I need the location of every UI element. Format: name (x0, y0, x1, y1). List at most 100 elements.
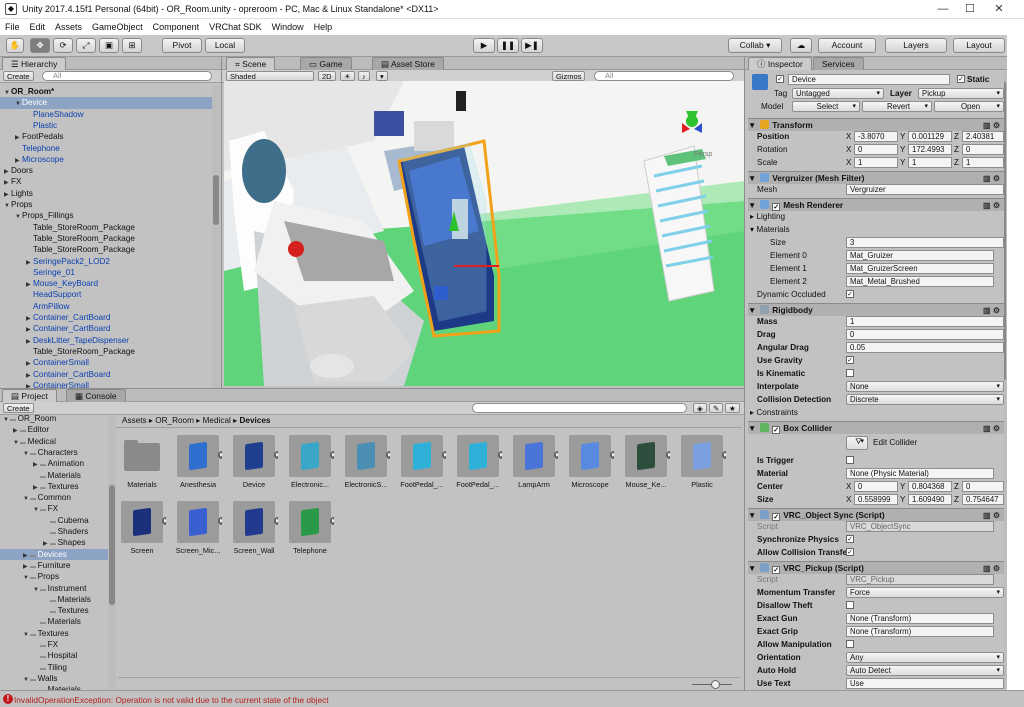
project-tree-scrollbar[interactable] (108, 415, 116, 691)
asset-item[interactable]: ▶ Telephone (286, 501, 334, 555)
rotate-tool-icon[interactable]: ⟳ (53, 38, 73, 53)
size-x-field[interactable]: 0.558999 (854, 494, 898, 505)
hierarchy-item[interactable]: ▶ Mouse_KeyBoard (0, 278, 212, 289)
model-revert-button[interactable]: Revert (862, 101, 932, 112)
pause-icon[interactable]: ❚❚ (497, 38, 519, 53)
asset-item[interactable]: ▶ Device (230, 435, 278, 489)
hierarchy-item[interactable]: ▼Device (0, 97, 212, 109)
pickup-enabled-checkbox[interactable]: ✓ (772, 566, 781, 574)
project-folder-item[interactable]: ▬ Materials (0, 594, 108, 605)
sync-physics-checkbox[interactable]: ✓ (846, 535, 854, 543)
project-folder-item[interactable]: ▬ FX (0, 639, 108, 650)
collab-button[interactable]: Collab ▾ (728, 38, 782, 53)
project-folder-item[interactable]: ▼▬ OR_Room (0, 415, 108, 424)
hierarchy-item[interactable]: Table_StoreRoom_Package (0, 346, 212, 357)
expand-prefab-icon[interactable]: ▶ (218, 517, 222, 525)
hierarchy-item[interactable]: ▶ FX (0, 176, 212, 187)
is-kinematic-checkbox[interactable] (846, 369, 854, 377)
expand-prefab-icon[interactable]: ▶ (162, 517, 166, 525)
audio-toggle-icon[interactable]: ♪ (358, 71, 370, 81)
pivot-button[interactable]: Pivot (162, 38, 202, 53)
size-y-field[interactable]: 1.609490 (908, 494, 952, 505)
gizmos-dropdown[interactable]: Gizmos (552, 71, 586, 81)
hierarchy-item[interactable]: ▶ SeringePack2_LOD2 (0, 256, 212, 267)
hierarchy-item[interactable]: ▶ DeskLitter_TapeDispenser (0, 335, 212, 346)
scale-tool-icon[interactable]: ⤢ (76, 38, 96, 53)
size-z-field[interactable]: 0.754647 (962, 494, 1004, 505)
hierarchy-search-input[interactable]: All (42, 71, 212, 81)
tab-project[interactable]: ▤ Project (2, 389, 57, 402)
project-folder-item[interactable]: ▼▬ Textures (0, 628, 108, 639)
scene-search-input[interactable]: All (594, 71, 734, 81)
shading-dropdown[interactable]: Shaded (226, 71, 314, 81)
momentum-transfer-dropdown[interactable]: Force (846, 587, 1004, 598)
auto-hold-dropdown[interactable]: Auto Detect (846, 665, 1004, 676)
edit-collider-icon[interactable]: ⛛ (846, 436, 868, 450)
play-icon[interactable]: ▶ (473, 38, 495, 53)
project-folder-item[interactable]: ▬ Materials (0, 470, 108, 481)
tab-scene[interactable]: ⌗ Scene (226, 57, 276, 70)
hierarchy-item[interactable]: ▶ ContainerSmall (0, 357, 212, 368)
active-checkbox[interactable]: ✓ (776, 75, 784, 83)
menu-gameobject[interactable]: GameObject (87, 19, 148, 32)
menu-component[interactable]: Component (148, 19, 205, 32)
expand-prefab-icon[interactable]: ▶ (666, 451, 670, 459)
mesh-renderer-enabled-checkbox[interactable]: ✓ (772, 203, 781, 211)
project-folder-item[interactable]: ▬ Tiling (0, 662, 108, 673)
center-y-field[interactable]: 0.804368 (908, 481, 952, 492)
lighting-toggle-icon[interactable]: ☀ (340, 71, 355, 81)
menu-vrchat-sdk[interactable]: VRChat SDK (204, 19, 267, 32)
model-open-button[interactable]: Open (934, 101, 1004, 112)
project-folder-item[interactable]: ▼▬ Instrument (0, 583, 108, 594)
mesh-filter-header[interactable]: ▼ Vergruizer (Mesh Filter) ▥ ⚙ (748, 171, 1004, 184)
rotation-x-field[interactable]: 0 (854, 144, 898, 155)
step-icon[interactable]: ▶❚ (521, 38, 543, 53)
cloud-icon[interactable]: ☁ (790, 38, 812, 53)
asset-item[interactable]: ▶ Anesthesia (174, 435, 222, 489)
tab-services[interactable]: Services (813, 57, 864, 70)
project-folder-item[interactable]: ▬ Textures (0, 605, 108, 616)
static-checkbox[interactable]: ✓ (957, 75, 965, 83)
status-message[interactable]: InvalidOperationException: Operation is … (14, 695, 329, 705)
breadcrumb-medical[interactable]: Medical (203, 416, 231, 425)
transform-tool-icon[interactable]: ⊞ (122, 38, 142, 53)
hand-tool-icon[interactable]: ✋ (6, 38, 24, 53)
hierarchy-item[interactable]: PlaneShadow (0, 109, 212, 120)
object-sync-enabled-checkbox[interactable]: ✓ (772, 513, 781, 521)
hierarchy-item[interactable]: Plastic (0, 120, 212, 131)
constraints-foldout[interactable]: ▸ Constraints (750, 407, 798, 418)
project-folder-item[interactable]: ▼▬ FX (0, 503, 108, 514)
pickup-header[interactable]: ▼ ✓ VRC_Pickup (Script) ▥ ⚙ (748, 561, 1004, 574)
transform-header[interactable]: ▼ Transform ▥ ⚙ (748, 118, 1004, 131)
minimize-button[interactable]: — (930, 2, 956, 16)
asset-item[interactable]: ▶ Plastic (678, 435, 726, 489)
layout-dropdown[interactable]: Layout (953, 38, 1005, 53)
hierarchy-create-button[interactable]: Create (3, 71, 34, 81)
expand-prefab-icon[interactable]: ▶ (442, 451, 446, 459)
hierarchy-item[interactable]: ▶ Container_CartBoard (0, 369, 212, 380)
hierarchy-item[interactable]: ▶ Doors (0, 165, 212, 176)
scale-y-field[interactable]: 1 (908, 157, 952, 168)
allow-collision-transfer-checkbox[interactable]: ✓ (846, 548, 854, 556)
asset-item[interactable]: ▶ Microscope (566, 435, 614, 489)
scale-x-field[interactable]: 1 (854, 157, 898, 168)
component-settings-icon[interactable]: ▥ ⚙ (983, 423, 1000, 435)
zoom-slider-handle[interactable] (711, 680, 720, 689)
breadcrumb-assets[interactable]: Assets (122, 416, 147, 425)
asset-item[interactable]: ▶ FootPedal_... (454, 435, 502, 489)
rect-tool-icon[interactable]: ▣ (99, 38, 119, 53)
project-folder-item[interactable]: ▼▬ Characters (0, 447, 108, 458)
allow-manipulation-checkbox[interactable] (846, 640, 854, 648)
exact-gun-field[interactable]: None (Transform) (846, 613, 994, 624)
asset-item[interactable]: Materials (118, 435, 166, 489)
project-folder-item[interactable]: ▼▬ Props (0, 571, 108, 582)
asset-item[interactable]: ▶ Screen_Wall (230, 501, 278, 555)
project-folder-item[interactable]: ▶ ▬ Editor (0, 424, 108, 435)
project-folder-item[interactable]: ▬ Materials (0, 616, 108, 627)
interpolate-dropdown[interactable]: None (846, 381, 1004, 392)
position-x-field[interactable]: -3.8070 (854, 131, 898, 142)
expand-prefab-icon[interactable]: ▶ (498, 451, 502, 459)
object-name-field[interactable]: Device (788, 74, 950, 85)
menu-file[interactable]: File (0, 19, 25, 32)
tab-game[interactable]: ▭ Game (300, 57, 352, 70)
